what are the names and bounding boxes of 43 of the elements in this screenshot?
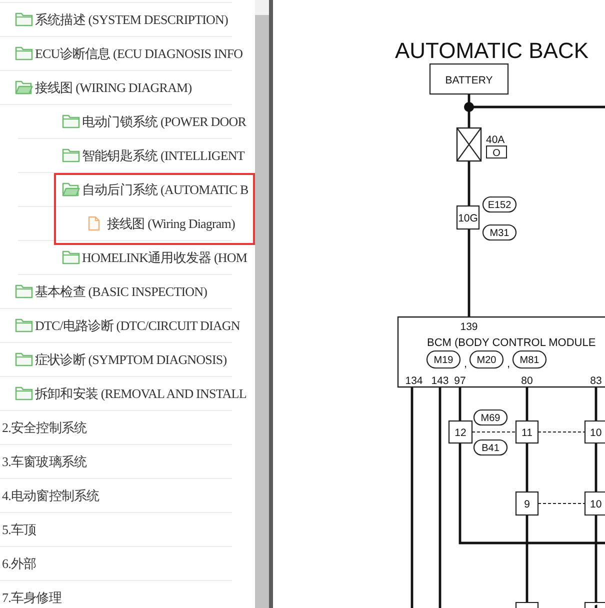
pin-number: 80 — [521, 375, 533, 387]
fuse-rating: 40A — [486, 134, 505, 146]
pin-number: 139 — [460, 321, 478, 333]
tree-item[interactable]: 2.安全控制系统 — [2, 418, 87, 436]
tree-item[interactable]: 电动门锁系统 (POWER DOOR — [62, 112, 246, 130]
diagram-title: AUTOMATIC BACK — [395, 38, 589, 63]
tree-item[interactable]: 智能钥匙系统 (INTELLIGENT — [62, 146, 244, 164]
module-name: BCM (BODY CONTROL MODULE — [427, 337, 596, 349]
pin-number: 97 — [454, 375, 466, 387]
tree-item[interactable]: 症状诊断 (SYMPTOM DIAGNOSIS) — [15, 350, 227, 368]
connector-box: 11 — [515, 420, 539, 444]
separator-mark: , — [464, 358, 468, 370]
dashed-line — [538, 502, 585, 504]
tree-item[interactable]: DTC/电路诊断 (DTC/CIRCUIT DIAGN — [15, 316, 240, 334]
tree-item[interactable]: HOMELINK通用收发器 (HOM — [62, 248, 248, 266]
separator-mark: , — [507, 358, 510, 370]
connector-box: 9 — [515, 491, 539, 516]
tree-item[interactable]: ECU诊断信息 (ECU DIAGNOSIS INFO — [15, 44, 243, 62]
tree-item[interactable]: 4.电动窗控制系统 — [2, 486, 100, 504]
dashed-line — [472, 431, 516, 433]
connector-box: 10 — [584, 491, 605, 516]
pin-number: 83 — [590, 375, 602, 387]
tree-item[interactable]: 7.车身修理 — [2, 588, 62, 606]
tree-item[interactable]: 拆卸和安装 (REMOVAL AND INSTALL — [15, 384, 246, 402]
battery-box: BATTERY — [429, 63, 509, 95]
tree-item[interactable]: 6.外部 — [2, 554, 36, 572]
connector-box: 10 — [584, 420, 605, 444]
tree-item[interactable]: 自动后门系统 (AUTOMATIC B — [62, 180, 248, 198]
connector-box: 10G — [456, 205, 480, 230]
tree-item[interactable]: 接线图 (Wiring Diagram) — [88, 214, 235, 232]
tree-item[interactable]: 系统描述 (SYSTEM DESCRIPTION) — [15, 10, 228, 28]
fuse-icon — [456, 127, 482, 162]
junction-dot-icon — [464, 102, 474, 112]
tree-item[interactable]: 5.车顶 — [2, 520, 36, 538]
tree-item[interactable]: 接线图 (WIRING DIAGRAM) — [15, 78, 192, 96]
tree-item[interactable]: 3.车窗玻璃系统 — [2, 452, 87, 470]
dashed-line — [538, 431, 585, 433]
pin-number: 134 — [405, 375, 423, 387]
file-icon — [88, 216, 100, 231]
fuse-location-box: O — [486, 146, 507, 159]
pin-number: 143 — [431, 375, 449, 387]
tree-item[interactable]: 基本检查 (BASIC INSPECTION) — [15, 282, 208, 300]
connector-box: 12 — [448, 420, 473, 444]
